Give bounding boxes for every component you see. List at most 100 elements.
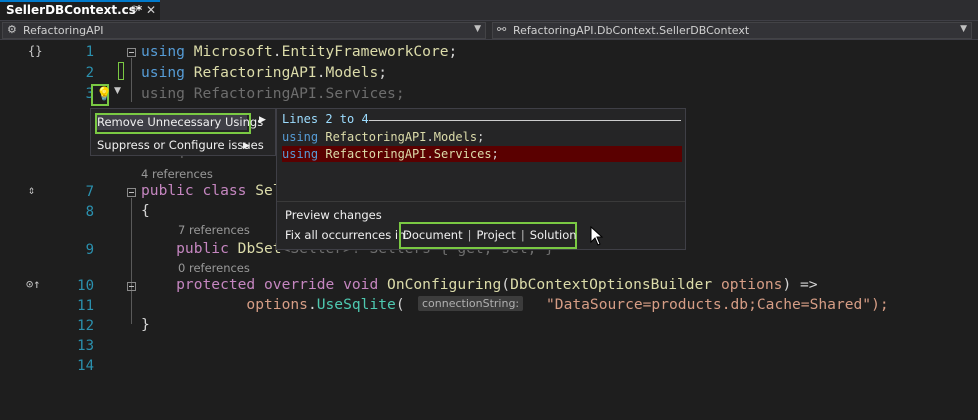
tab-title: SellerDBContext.cs* [6,3,143,17]
preview-line-models: using RefactoringAPI.Models; [282,129,682,145]
project-dropdown[interactable]: ⚙ RefactoringAPI ▼ [2,22,486,39]
pin-icon[interactable]: ⊕ [130,4,138,15]
code-line-2[interactable]: using RefactoringAPI.Models; [141,64,387,81]
code-token: public [141,240,238,257]
code-line-8[interactable]: { [141,202,150,219]
class-icon: ⚯ [497,23,507,36]
code-token: using [282,147,326,161]
code-token: ; [395,85,405,102]
lightbulb-button[interactable]: 💡 [91,84,113,106]
code-token: options [141,296,308,313]
line-number: 9 [85,242,94,258]
code-token: override [264,276,344,293]
code-token: . [316,85,326,102]
quick-actions-menu: Remove Unnecessary Usings ▶ Suppress or … [90,108,276,156]
change-indicator [118,62,124,80]
preview-pane: Lines 2 to 4 using RefactoringAPI.Models… [276,108,686,250]
line-number: 2 [85,65,94,81]
parameter-name-hint: connectionString: [418,296,524,311]
line-number: 14 [77,358,94,374]
code-token: Microsoft [193,43,273,60]
code-line-12[interactable]: } [141,316,150,333]
code-token: ; [477,130,485,144]
code-token: . [426,130,434,144]
code-token: OnConfiguring [387,276,502,293]
code-line-7[interactable]: public class Sel [141,182,282,199]
code-token: void [343,276,388,293]
line-number: 1 [85,44,94,60]
type-dropdown[interactable]: ⚯ RefactoringAPI.DbContext.SellerDBConte… [492,22,972,39]
code-token: { [141,202,150,219]
chevron-down-icon[interactable]: ▼ [114,86,121,96]
code-token: ( [395,296,405,313]
mouse-cursor-icon [590,226,604,246]
code-line-11[interactable]: options.UseSqlite( [141,296,405,313]
fold-toggle[interactable] [127,188,136,197]
codelens-references[interactable]: 7 references [178,223,250,237]
code-token: ) => [782,276,818,293]
line-number: 7 [85,184,94,200]
type-dropdown-value: RefactoringAPI.DbContext.SellerDBContext [513,24,750,37]
code-token: ; [491,147,499,161]
code-token: . [426,147,434,161]
code-token: RefactoringAPI [193,85,317,102]
code-token: DbContextOptionsBuilder [510,276,721,293]
code-token: ( [501,276,511,293]
fix-all-scope-links: Document | Project | Solution [403,228,577,242]
code-token: EntityFrameworkCore [281,43,449,60]
codelens-references[interactable]: 0 references [178,261,250,275]
code-token: RefactoringAPI [325,130,427,144]
code-token: RefactoringAPI [193,64,317,81]
fold-toggle[interactable] [127,282,136,291]
line-number: 11 [77,298,94,314]
code-token: public [141,182,203,199]
code-token: using [141,64,194,81]
fold-guide [131,198,132,324]
override-icon[interactable]: ⊙↑ [26,277,40,291]
chevron-down-icon: ▼ [474,24,481,34]
line-number: 3 [85,86,94,102]
fix-document-link[interactable]: Document [403,228,463,242]
code-token: protected [141,276,265,293]
project-dropdown-value: RefactoringAPI [23,24,104,37]
up-down-arrows-icon[interactable]: ⇕ [28,183,35,197]
code-token: . [272,43,282,60]
fold-guide [131,58,132,102]
code-token: UseSqlite [316,296,396,313]
code-token: } [141,316,150,333]
code-token: . [307,296,317,313]
line-number: 8 [85,204,94,220]
lightbulb-icon: 💡 [96,87,113,102]
fix-all-label: Fix all occurrences in: [285,228,410,242]
code-line-10[interactable]: protected override void OnConfiguring(Db… [141,276,818,293]
code-line-1[interactable]: using Microsoft.EntityFrameworkCore; [141,43,457,60]
connection-string-literal[interactable]: "DataSource=products.db;Cache=Shared"); [546,296,889,313]
codelens-references[interactable]: 4 references [141,167,213,181]
code-token: using [282,130,326,144]
tab-sellerdbcontext[interactable]: SellerDBContext.cs* ⊕ ✕ [0,0,160,20]
preview-line-services-removed: using RefactoringAPI.Services; [282,146,682,162]
code-token: . [316,64,326,81]
fix-solution-link[interactable]: Solution [530,228,577,242]
fold-toggle[interactable] [127,48,136,57]
fix-project-link[interactable]: Project [476,228,515,242]
preview-header: Lines 2 to 4 [282,112,369,126]
code-token: ; [448,43,458,60]
menu-item-suppress-or-configure[interactable]: Suppress or Configure issues [97,138,264,152]
menu-item-remove-unnecessary-usings[interactable]: Remove Unnecessary Usings [95,113,263,134]
csharp-project-icon: ⚙ [7,23,17,36]
code-line-3[interactable]: using RefactoringAPI.Services; [141,85,405,102]
chevron-down-icon: ▼ [960,24,967,34]
separator: | [520,228,525,242]
line-number: 12 [77,318,94,334]
code-token: Services [433,147,492,161]
menu-item-label: Remove Unnecessary Usings [97,115,264,129]
code-token: using [141,43,194,60]
code-token: ; [378,64,388,81]
preview-changes-link[interactable]: Preview changes [285,208,382,222]
chevron-right-icon: ▶ [243,141,250,151]
close-icon[interactable]: ✕ [146,3,156,17]
separator: | [467,228,472,242]
code-token: RefactoringAPI [325,147,427,161]
code-token: DbSet [237,240,282,257]
